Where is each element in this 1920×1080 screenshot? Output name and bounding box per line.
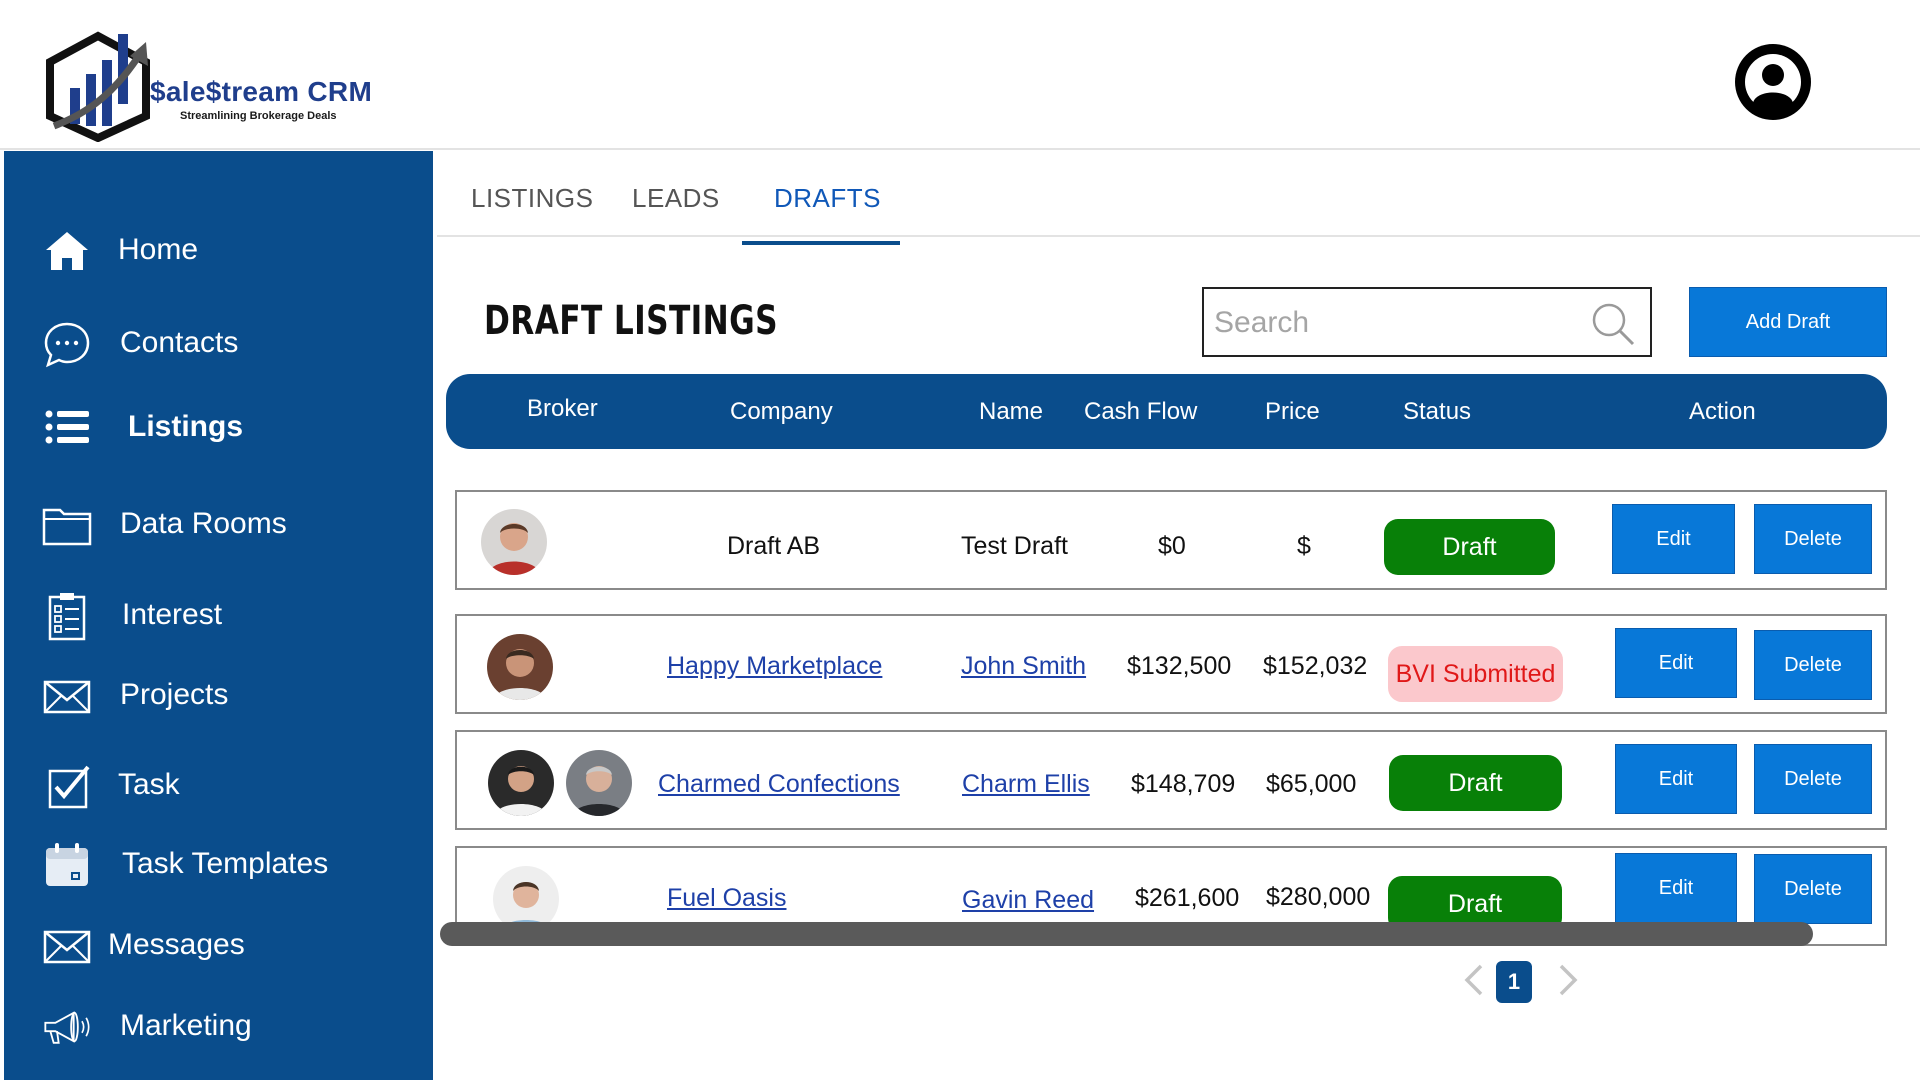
column-header-company[interactable]: Company	[730, 398, 833, 426]
company-link[interactable]: Fuel Oasis	[667, 884, 786, 913]
active-tab-indicator	[742, 241, 900, 245]
sidebar-item-projects[interactable]: Projects	[4, 663, 433, 727]
user-icon	[1745, 54, 1801, 112]
sidebar-item-interest[interactable]: Interest	[4, 583, 433, 647]
broker-avatar[interactable]	[566, 750, 632, 816]
edit-button[interactable]: Edit	[1615, 628, 1737, 698]
name-link[interactable]: John Smith	[961, 652, 1086, 681]
sidebar-item-task[interactable]: Task	[4, 753, 433, 817]
tab-listings[interactable]: LISTINGS	[471, 183, 593, 214]
sidebar-item-listings[interactable]: Listings	[4, 395, 433, 459]
name-link[interactable]: Gavin Reed	[962, 886, 1094, 915]
envelope-icon	[43, 680, 91, 714]
page-title: DRAFT LISTINGS	[484, 298, 779, 344]
sidebar: Home Contacts Listings Data Rooms Intere…	[4, 151, 433, 1080]
name-link[interactable]: Charm Ellis	[962, 770, 1090, 799]
sidebar-item-label: Projects	[120, 678, 229, 711]
table-row: Draft AB Test Draft $0 $ Draft Edit Dele…	[455, 490, 1887, 590]
edit-button[interactable]: Edit	[1615, 744, 1737, 814]
folder-icon	[42, 508, 92, 546]
envelope-icon	[43, 930, 91, 964]
delete-button[interactable]: Delete	[1754, 854, 1872, 924]
edit-button[interactable]: Edit	[1612, 504, 1735, 574]
tab-leads[interactable]: LEADS	[632, 183, 720, 214]
add-draft-button[interactable]: Add Draft	[1689, 287, 1887, 357]
table-row: Happy Marketplace John Smith $132,500 $1…	[455, 614, 1887, 714]
edit-button[interactable]: Edit	[1615, 853, 1737, 923]
sidebar-item-messages[interactable]: Messages	[4, 913, 433, 977]
list-icon	[45, 410, 89, 444]
status-badge: BVI Submitted	[1388, 646, 1563, 702]
sidebar-item-label: Interest	[122, 598, 223, 631]
search-icon[interactable]	[1590, 301, 1636, 347]
company-link[interactable]: Charmed Confections	[658, 770, 900, 799]
search-input[interactable]	[1214, 301, 1584, 345]
status-badge: Draft	[1384, 519, 1555, 575]
price-cell: $152,032	[1263, 652, 1368, 680]
home-icon	[46, 232, 88, 270]
column-header-status[interactable]: Status	[1403, 398, 1471, 426]
sidebar-item-home[interactable]: Home	[4, 218, 433, 282]
sidebar-item-label: Task Templates	[122, 847, 329, 880]
chevron-right-icon[interactable]	[1553, 960, 1583, 1000]
page-number-button[interactable]: 1	[1496, 961, 1532, 1003]
clipboard-checklist-icon	[48, 593, 86, 641]
app-header: $ale$tream CRM Streamlining Brokerage De…	[0, 0, 1920, 150]
sidebar-item-label: Messages	[108, 928, 245, 961]
logo-name: $ale$tream CRM	[150, 76, 373, 107]
column-header-cash-flow[interactable]: Cash Flow	[1084, 398, 1197, 426]
table-header: Broker Company Name Cash Flow Price Stat…	[446, 374, 1887, 449]
broker-avatar[interactable]	[487, 634, 553, 700]
app-logo[interactable]: $ale$tream CRM Streamlining Brokerage De…	[40, 30, 400, 142]
column-header-price[interactable]: Price	[1265, 398, 1320, 426]
broker-avatar[interactable]	[488, 750, 554, 816]
tab-drafts[interactable]: DRAFTS	[774, 183, 881, 214]
logo-mark-icon	[46, 31, 150, 142]
logo-tagline: Streamlining Brokerage Deals	[180, 110, 337, 122]
column-header-broker[interactable]: Broker	[527, 395, 598, 423]
checkbox-icon	[48, 765, 90, 809]
sidebar-item-task-templates[interactable]: Task Templates	[4, 832, 433, 896]
cash-flow-cell: $0	[1158, 532, 1186, 560]
megaphone-icon	[44, 1011, 90, 1044]
price-cell: $65,000	[1266, 770, 1357, 798]
name-cell: Test Draft	[961, 532, 1068, 560]
sidebar-item-marketing[interactable]: Marketing	[4, 994, 433, 1058]
column-header-action[interactable]: Action	[1689, 398, 1756, 426]
sidebar-item-contacts[interactable]: Contacts	[4, 311, 433, 375]
company-cell: Draft AB	[727, 532, 821, 560]
tab-bar: LISTINGS LEADS DRAFTS	[437, 151, 1920, 245]
sidebar-item-label: Contacts	[120, 326, 239, 359]
sidebar-item-label: Task	[118, 768, 180, 801]
sidebar-item-data-rooms[interactable]: Data Rooms	[4, 492, 433, 556]
chat-bubble-icon	[44, 322, 90, 368]
status-badge: Draft	[1389, 755, 1562, 811]
sidebar-item-label: Listings	[128, 410, 244, 443]
delete-button[interactable]: Delete	[1754, 744, 1872, 814]
search-box[interactable]	[1202, 287, 1652, 357]
chevron-left-icon[interactable]	[1459, 960, 1489, 1000]
cash-flow-cell: $261,600	[1135, 884, 1240, 912]
column-header-name[interactable]: Name	[979, 398, 1043, 426]
broker-avatar[interactable]	[481, 509, 547, 575]
cash-flow-cell: $132,500	[1127, 652, 1232, 680]
table-row: Charmed Confections Charm Ellis $148,709…	[455, 730, 1887, 830]
cash-flow-cell: $148,709	[1131, 770, 1236, 798]
horizontal-scrollbar[interactable]	[440, 922, 1813, 946]
sidebar-item-label: Data Rooms	[120, 507, 287, 540]
price-cell: $	[1297, 532, 1311, 560]
price-cell: $280,000	[1266, 883, 1371, 911]
delete-button[interactable]: Delete	[1754, 630, 1872, 700]
company-link[interactable]: Happy Marketplace	[667, 652, 882, 681]
calendar-icon	[46, 843, 88, 886]
delete-button[interactable]: Delete	[1754, 504, 1872, 574]
sidebar-item-label: Marketing	[120, 1009, 252, 1042]
user-avatar-button[interactable]	[1735, 44, 1811, 120]
sidebar-item-label: Home	[118, 233, 199, 266]
